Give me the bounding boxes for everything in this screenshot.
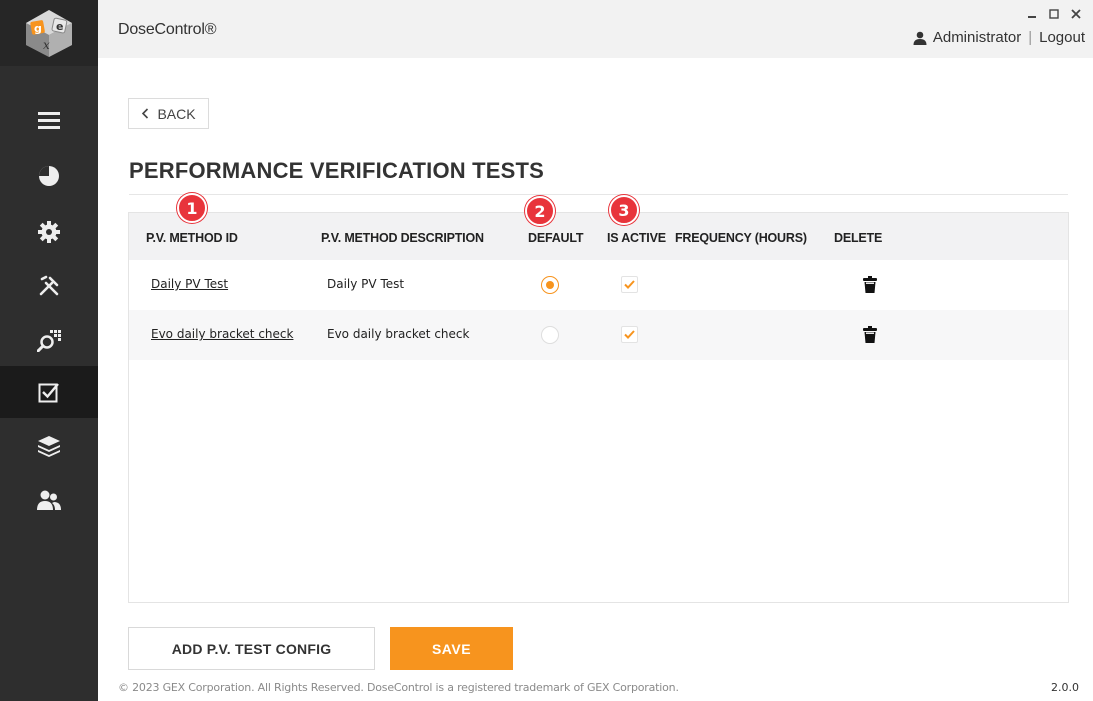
table-row: Daily PV Test Daily PV Test	[129, 260, 1068, 310]
app-title: DoseControl®	[118, 21, 217, 38]
annotation-badge-3: 3	[609, 195, 639, 225]
delete-icon[interactable]	[863, 326, 877, 343]
method-description: Daily PV Test	[327, 277, 405, 291]
title-bar: DoseControl® Administrator | Logout	[98, 0, 1093, 58]
title-divider	[129, 194, 1068, 195]
app-version: 2.0.0	[1051, 681, 1079, 694]
users-icon	[37, 490, 61, 510]
logout-link[interactable]: Logout	[1039, 29, 1085, 46]
annotation-badge-1: 1	[177, 193, 207, 223]
username: Administrator	[932, 29, 1022, 46]
column-header-method-id: P.V. METHOD ID	[146, 231, 238, 245]
layers-icon	[38, 436, 60, 457]
svg-text:x: x	[43, 38, 50, 52]
user-icon	[913, 31, 927, 45]
default-radio[interactable]	[541, 276, 559, 294]
column-header-delete: DELETE	[834, 231, 883, 245]
table-header: P.V. METHOD ID P.V. METHOD DESCRIPTION D…	[129, 213, 1068, 260]
annotation-badge-2: 2	[525, 196, 555, 226]
column-header-frequency: FREQUENCY (HOURS)	[675, 231, 807, 245]
sidebar-item-tools[interactable]	[0, 260, 98, 312]
sidebar-item-checklist[interactable]	[0, 366, 98, 418]
sidebar-item-dashboard[interactable]	[0, 150, 98, 202]
method-description: Evo daily bracket check	[327, 327, 470, 341]
scan-search-icon	[37, 330, 61, 352]
window-controls	[1021, 4, 1087, 24]
sidebar-item-users[interactable]	[0, 474, 98, 526]
method-id-link[interactable]: Daily PV Test	[151, 277, 228, 291]
checkmark-icon	[624, 280, 635, 289]
footer-copyright: © 2023 GEX Corporation. All Rights Reser…	[118, 681, 679, 694]
sidebar-item-menu[interactable]	[0, 94, 98, 146]
table-row: Evo daily bracket check Evo daily bracke…	[129, 310, 1068, 360]
add-pv-test-config-button[interactable]: ADD P.V. TEST CONFIG	[128, 627, 375, 670]
default-radio[interactable]	[541, 326, 559, 344]
sidebar-item-layers[interactable]	[0, 420, 98, 472]
method-id-link[interactable]: Evo daily bracket check	[151, 327, 293, 341]
checkmark-icon	[624, 330, 635, 339]
column-header-default: DEFAULT	[528, 231, 584, 245]
dashboard-icon	[39, 166, 59, 186]
maximize-icon	[1049, 9, 1059, 19]
column-header-is-active: IS ACTIVE	[607, 231, 666, 245]
is-active-checkbox[interactable]	[621, 276, 638, 293]
separator: |	[1028, 29, 1033, 46]
menu-icon	[38, 112, 60, 129]
sidebar-item-scan[interactable]	[0, 314, 98, 366]
minimize-button[interactable]	[1021, 4, 1043, 24]
is-active-checkbox[interactable]	[621, 326, 638, 343]
back-button[interactable]: BACK	[128, 98, 209, 129]
save-button[interactable]: SAVE	[390, 627, 513, 670]
delete-icon[interactable]	[863, 276, 877, 293]
chevron-left-icon	[142, 108, 149, 119]
close-button[interactable]	[1065, 4, 1087, 24]
sidebar: g e x	[0, 0, 98, 701]
checklist-icon	[38, 383, 59, 403]
settings-icon	[38, 221, 60, 243]
tools-icon	[39, 275, 59, 296]
svg-text:e: e	[56, 20, 63, 33]
svg-text:g: g	[34, 22, 42, 35]
gex-logo: g e x	[0, 0, 98, 66]
pv-tests-table: P.V. METHOD ID P.V. METHOD DESCRIPTION D…	[128, 212, 1069, 603]
back-label: BACK	[157, 105, 196, 122]
page-title: PERFORMANCE VERIFICATION TESTS	[129, 158, 545, 183]
minimize-icon	[1028, 16, 1036, 18]
user-area: Administrator | Logout	[913, 29, 1085, 46]
close-icon	[1071, 9, 1081, 19]
maximize-button[interactable]	[1043, 4, 1065, 24]
sidebar-item-settings[interactable]	[0, 206, 98, 258]
column-header-description: P.V. METHOD DESCRIPTION	[321, 231, 484, 245]
